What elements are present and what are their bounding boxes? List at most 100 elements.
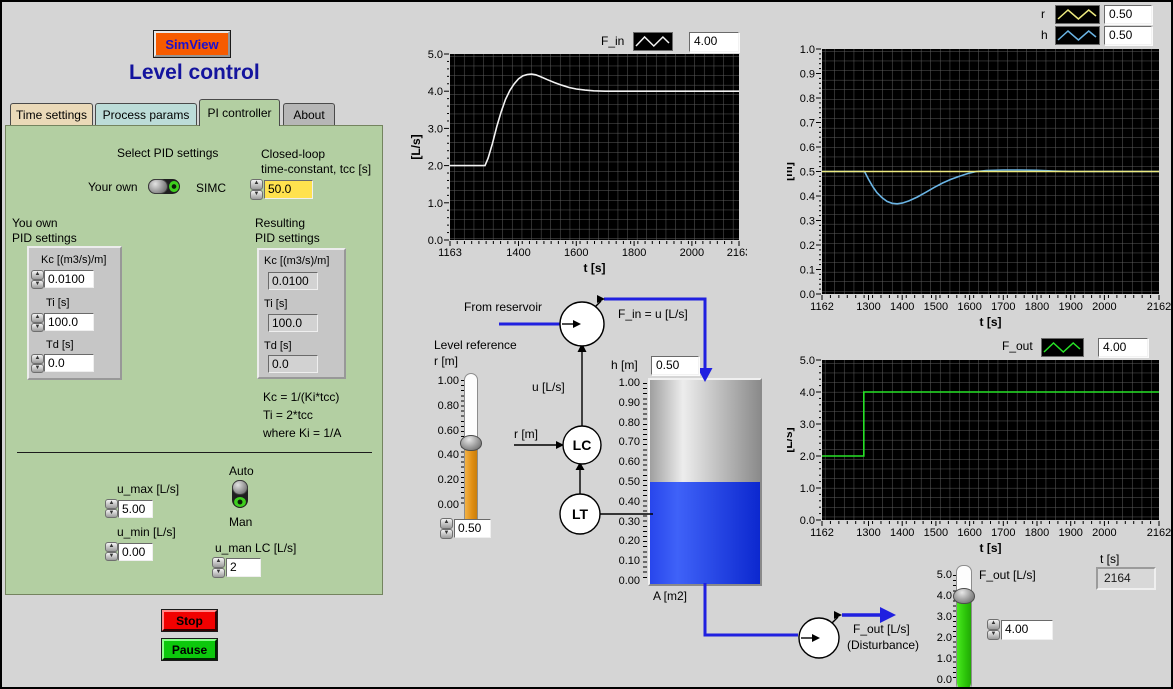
fout-arrowhead (880, 607, 896, 623)
fout-slider-knob[interactable] (953, 588, 975, 604)
own-td-up[interactable]: ▲ (31, 354, 44, 364)
toggle-v-knob[interactable] (232, 480, 248, 495)
lt-lc-arrowhead (576, 462, 585, 470)
svg-text:0.5: 0.5 (800, 167, 815, 179)
r-legend-icon[interactable] (1055, 5, 1100, 24)
tank-ticks (643, 383, 647, 582)
tab-time-settings[interactable]: Time settings (10, 103, 93, 125)
svg-text:1800: 1800 (1025, 301, 1049, 313)
fout-pipe-label-2: (Disturbance) (847, 639, 919, 652)
svg-text:1400: 1400 (890, 527, 914, 539)
fin-equation-label: F_in = u [L/s] (618, 308, 688, 321)
own-ti-down[interactable]: ▼ (31, 323, 44, 333)
umin-down[interactable]: ▼ (105, 552, 118, 562)
level-ref-up[interactable]: ▲ (440, 518, 453, 529)
own-ti-up[interactable]: ▲ (31, 313, 44, 323)
page-title: Level control (129, 61, 260, 85)
svg-text:1163: 1163 (438, 247, 462, 259)
tcc-spin-down[interactable]: ▼ (250, 190, 263, 201)
outlet-valve-arrowhead (812, 634, 820, 642)
svg-text:0.1: 0.1 (800, 265, 815, 277)
outlet-valve-symbol (799, 618, 839, 658)
scale-label: 0.60 (438, 425, 459, 437)
uman-down[interactable]: ▼ (212, 568, 225, 579)
svg-text:0.7: 0.7 (800, 118, 815, 130)
own-td-down[interactable]: ▼ (31, 364, 44, 374)
uman-spinner[interactable]: ▲▼ (212, 557, 225, 578)
own-td-spinner[interactable]: ▲▼ (31, 354, 44, 373)
own-ti-field[interactable]: 100.0 (44, 313, 94, 331)
simc-label: SIMC (196, 182, 226, 195)
umin-up[interactable]: ▲ (105, 542, 118, 552)
own-ti-spinner[interactable]: ▲▼ (31, 313, 44, 332)
fout-up[interactable]: ▲ (987, 619, 1000, 630)
h-display-label: h [m] (611, 359, 638, 372)
toggle-knob[interactable] (148, 179, 168, 194)
scale-label: 0.60 (619, 456, 640, 468)
svg-text:2000: 2000 (1092, 301, 1116, 313)
res-kc-field: 0.0100 (268, 272, 318, 290)
level-ref-slider-track[interactable] (464, 373, 478, 533)
fout-spinner[interactable]: ▲▼ (987, 619, 1000, 640)
umax-spinner[interactable]: ▲▼ (105, 499, 118, 518)
scale-label: 0.80 (438, 400, 459, 412)
scale-label: 0.80 (619, 417, 640, 429)
tcc-spinner[interactable]: ▲▼ (250, 179, 263, 200)
tab-pi-controller[interactable]: PI controller (199, 99, 280, 126)
umax-field[interactable]: 5.00 (118, 500, 153, 518)
auto-man-toggle[interactable] (232, 480, 248, 508)
stop-button[interactable]: Stop (162, 610, 217, 631)
formula-ki: where Ki = 1/A (263, 427, 341, 440)
fout-slider-label: F_out [L/s] (979, 569, 1036, 582)
umin-spinner[interactable]: ▲▼ (105, 542, 118, 561)
fout-down[interactable]: ▼ (987, 630, 1000, 641)
fout-field[interactable]: 4.00 (1001, 620, 1053, 640)
tcc-field[interactable]: 50.0 (264, 180, 313, 199)
tab-process-params[interactable]: Process params (95, 103, 197, 125)
res-ti-field: 100.0 (268, 314, 318, 332)
simview-button[interactable]: SimView (154, 31, 230, 57)
umin-field[interactable]: 0.00 (118, 543, 153, 561)
scale-label: 0.10 (619, 555, 640, 567)
uman-up[interactable]: ▲ (212, 557, 225, 568)
umax-up[interactable]: ▲ (105, 499, 118, 509)
pause-button[interactable]: Pause (162, 639, 217, 660)
own-kc-spinner[interactable]: ▲▼ (31, 270, 44, 289)
svg-text:1400: 1400 (890, 301, 914, 313)
tcc-spin-up[interactable]: ▲ (250, 179, 263, 190)
level-ref-slider-knob[interactable] (460, 435, 482, 451)
level-ref-down[interactable]: ▼ (440, 529, 453, 540)
svg-text:2162: 2162 (1147, 301, 1171, 313)
own-kc-field[interactable]: 0.0100 (44, 270, 94, 288)
inlet-valve-arrowhead (573, 320, 581, 328)
formula-ti: Ti = 2*tcc (263, 409, 313, 422)
scale-label: 1.00 (619, 377, 640, 389)
level-ref-field[interactable]: 0.50 (454, 519, 491, 538)
scale-label: 2.0 (937, 632, 952, 644)
own-kc-up[interactable]: ▲ (31, 270, 44, 280)
level-ref-label-1: Level reference (434, 339, 517, 352)
svg-text:1500: 1500 (924, 301, 948, 313)
svg-text:0.0: 0.0 (428, 235, 443, 247)
r-legend-label: r (1041, 8, 1045, 21)
resulting-pid-title-2: PID settings (255, 232, 320, 245)
tcc-label-line1: Closed-loop (261, 148, 325, 161)
umax-down[interactable]: ▼ (105, 509, 118, 519)
svg-text:0.4: 0.4 (800, 191, 815, 203)
fout-slider-track[interactable] (956, 565, 972, 689)
tab-about[interactable]: About (283, 103, 335, 125)
h-display-value: 0.50 (651, 356, 699, 375)
svg-text:1600: 1600 (564, 247, 588, 259)
level-ref-scale: 1.000.800.600.400.200.00 (427, 375, 459, 515)
pid-source-toggle[interactable] (148, 179, 180, 194)
own-td-label: Td [s] (46, 339, 74, 352)
valve1-stem-arrowhead (597, 295, 605, 303)
svg-text:1300: 1300 (856, 301, 880, 313)
level-ref-spinner[interactable]: ▲▼ (440, 518, 453, 539)
uman-field[interactable]: 2 (226, 558, 261, 577)
svg-text:1300: 1300 (856, 527, 880, 539)
own-kc-down[interactable]: ▼ (31, 280, 44, 290)
res-ti-label: Ti [s] (264, 298, 287, 311)
own-td-field[interactable]: 0.0 (44, 354, 94, 372)
own-pid-title-2: PID settings (12, 232, 77, 245)
